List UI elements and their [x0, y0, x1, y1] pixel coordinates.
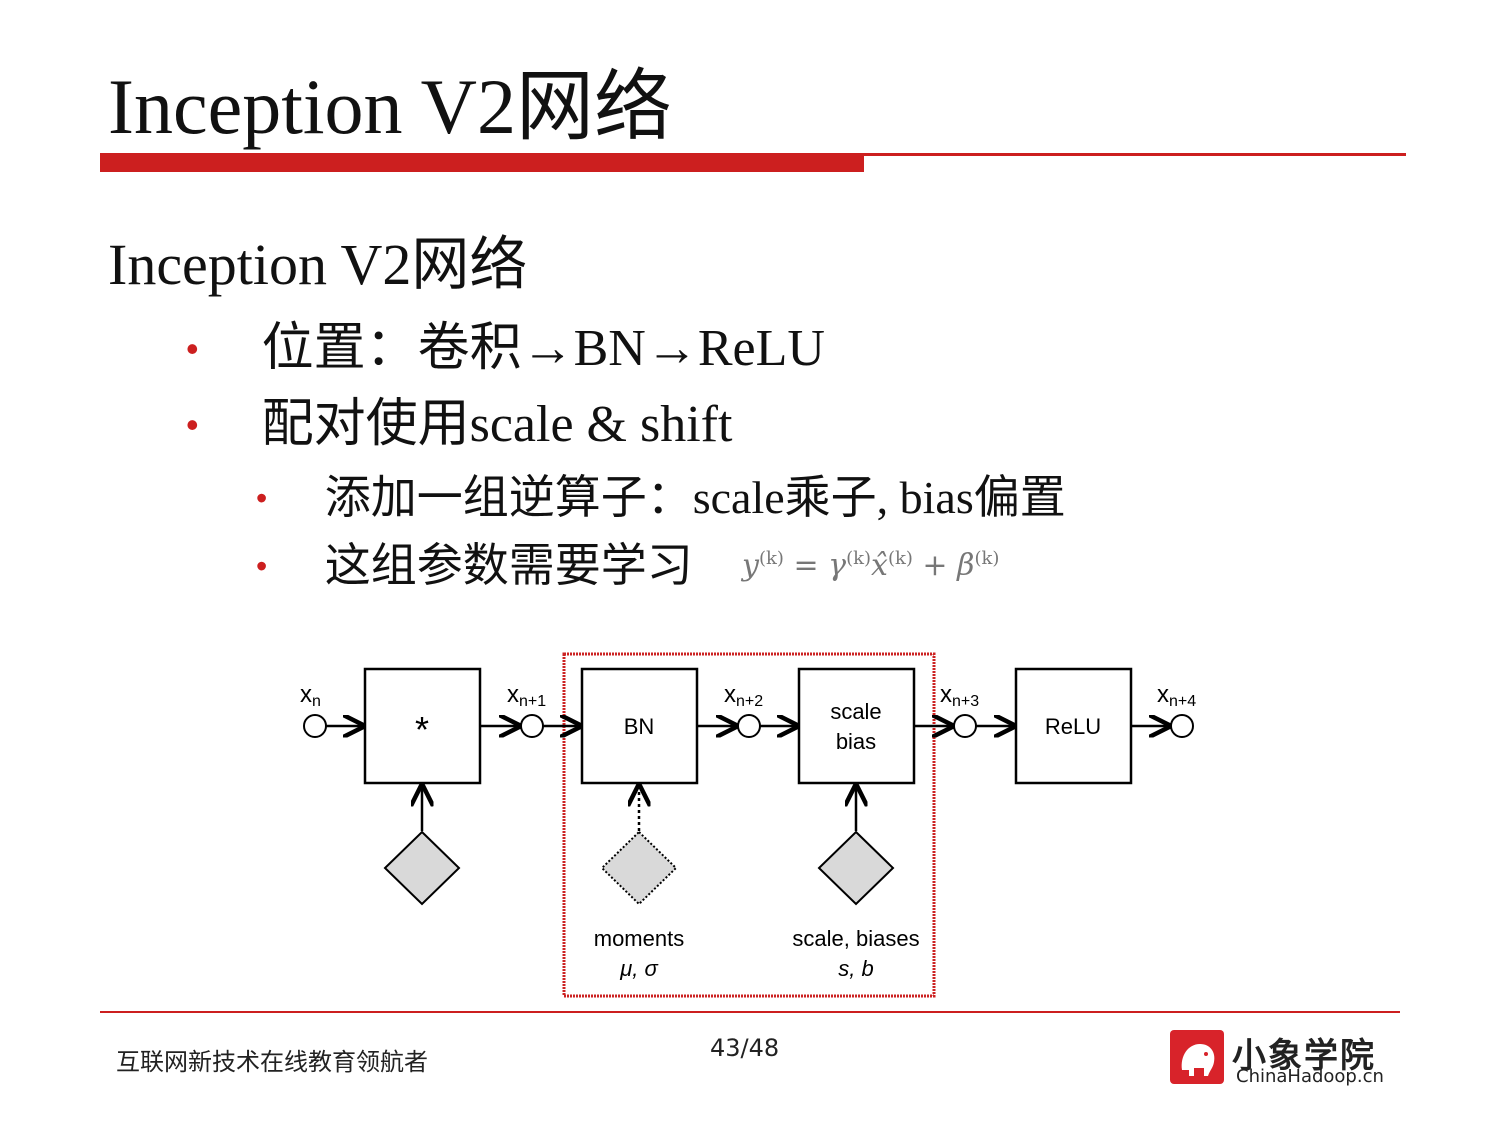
label-xn1: xn+1: [507, 681, 546, 710]
relu-label: ReLU: [1045, 714, 1101, 739]
label-xn4: xn+4: [1157, 681, 1196, 710]
scale-params-diamond: [817, 830, 895, 906]
logo-text-en: ChinaHadoop.cn: [1236, 1066, 1384, 1087]
scale-bias-box: [797, 667, 916, 785]
scale-params-label: scale, biases: [792, 926, 919, 951]
footer-tagline: 互联网新技术在线教育领航者: [116, 1048, 428, 1076]
scale-params-symbols: s, b: [838, 956, 873, 981]
moments-symbols: μ, σ: [619, 956, 658, 981]
elephant-logo-icon: [1170, 1030, 1224, 1084]
node-xn2: [737, 714, 761, 738]
conv-label: *: [415, 709, 429, 750]
moments-label: moments: [594, 926, 684, 951]
label-xn2: xn+2: [724, 681, 763, 710]
bn-label: BN: [624, 714, 655, 739]
bn-pipeline-diagram: xn xn+1 xn+2 xn+3 xn+4 * BN scale bias R…: [300, 652, 1196, 998]
page-number: 43/48: [710, 1034, 780, 1062]
node-xn4: [1170, 714, 1194, 738]
node-xn: [303, 714, 327, 738]
moments-diamond: [600, 830, 678, 906]
conv-weights-diamond: [383, 830, 461, 906]
label-xn: xn: [300, 681, 321, 710]
node-xn1: [520, 714, 544, 738]
node-xn3: [953, 714, 977, 738]
scale-label: scale: [830, 699, 881, 724]
bias-label: bias: [836, 729, 876, 754]
label-xn3: xn+3: [940, 681, 979, 710]
footer-divider: [100, 1011, 1400, 1013]
